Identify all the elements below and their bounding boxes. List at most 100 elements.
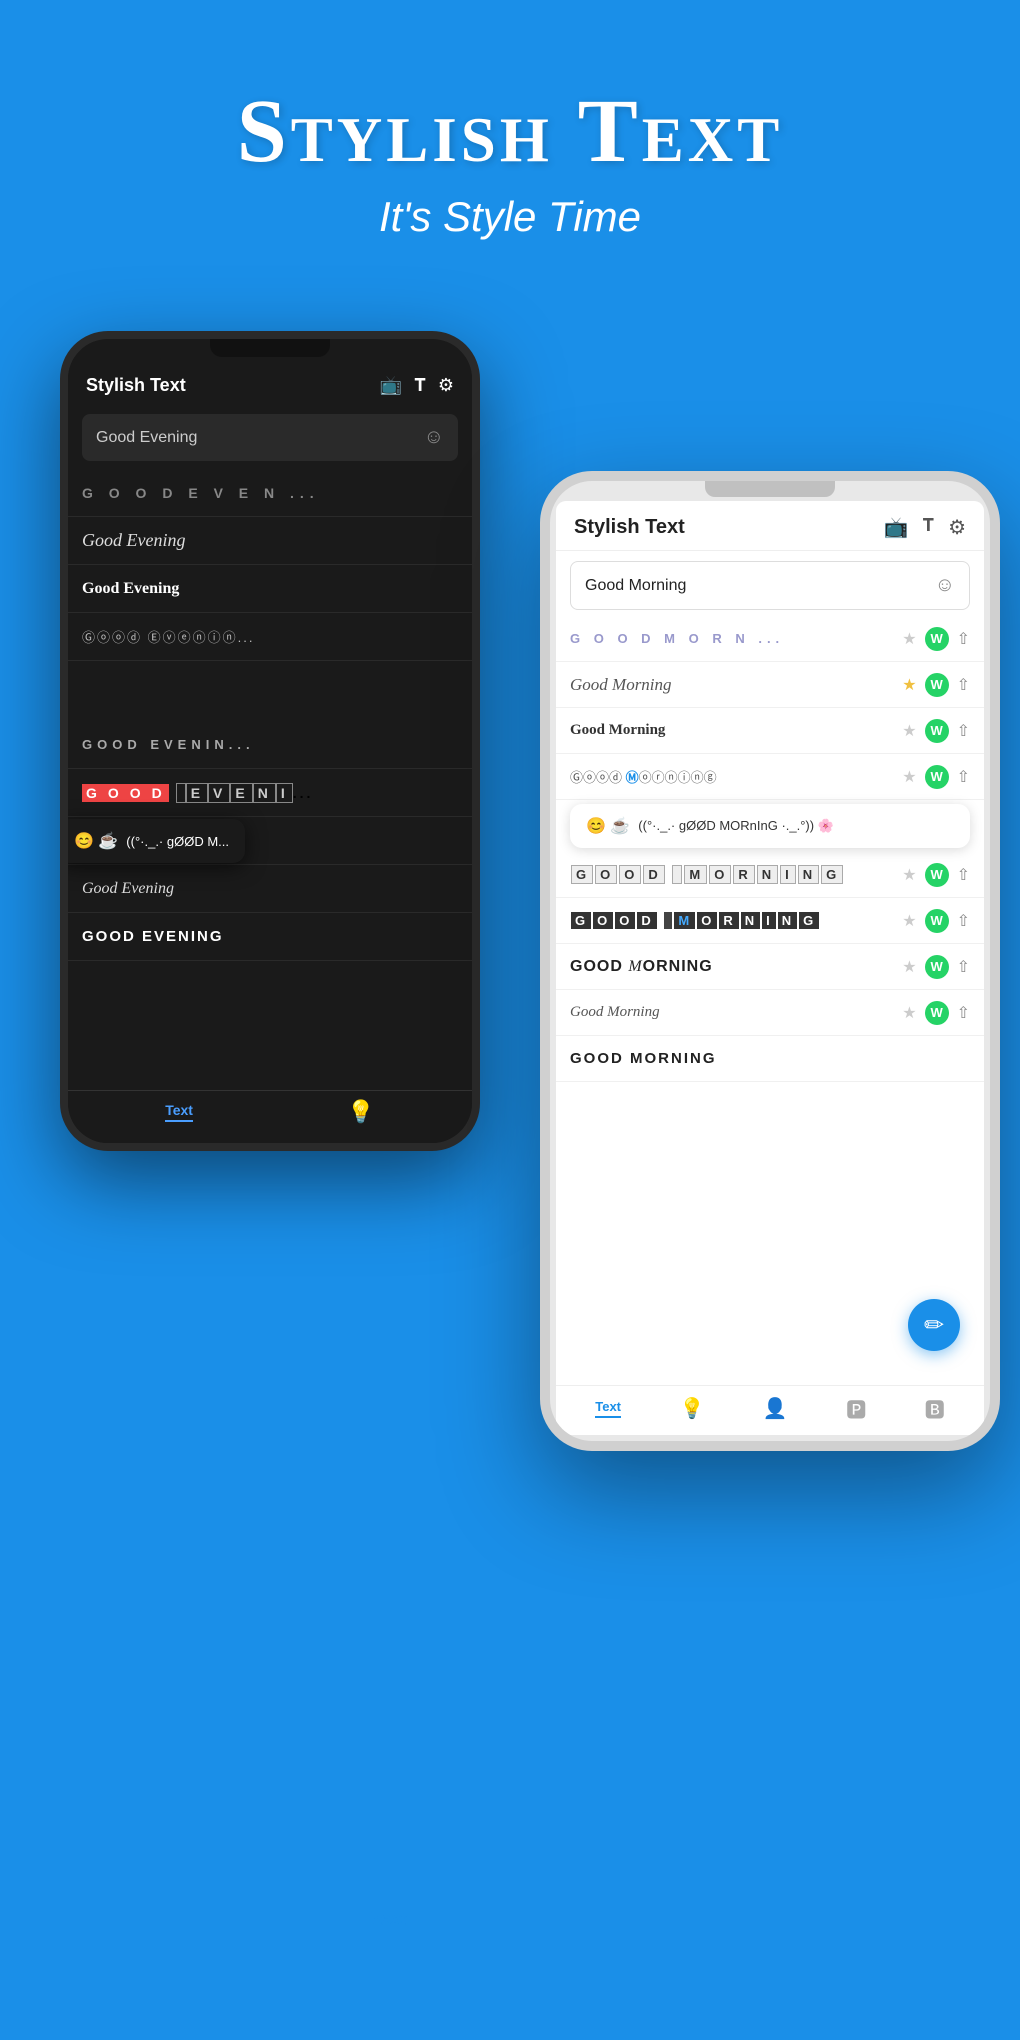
light-row-icons-1: ★ W ⇧ bbox=[902, 627, 970, 651]
light-tab-4[interactable]: 🅿 bbox=[846, 1394, 866, 1423]
dark-input-area[interactable]: Good Evening ☺ bbox=[82, 414, 458, 461]
light-row-3[interactable]: Good Morning ★ W ⇧ bbox=[556, 708, 984, 754]
whatsapp-icon-3[interactable]: W bbox=[925, 719, 949, 743]
bottom-text-label: Text bbox=[370, 1909, 406, 1930]
star-icon-3[interactable]: ★ bbox=[902, 721, 916, 741]
dark-popup-text: ((°·._.· gØØD M... bbox=[126, 834, 229, 849]
tv-icon[interactable]: 📺 bbox=[380, 375, 402, 396]
light-tab-2[interactable]: 💡 bbox=[679, 1396, 704, 1421]
light-tab-3[interactable]: 👤 bbox=[763, 1396, 788, 1421]
share-icon-7[interactable]: ⇧ bbox=[957, 911, 970, 931]
light-text-large: GOOD MORNING bbox=[570, 958, 902, 976]
dark-emoji-button[interactable]: ☺ bbox=[424, 426, 444, 449]
light-tab-icon-3[interactable]: 👤 bbox=[763, 1396, 788, 1421]
dark-row-3[interactable]: Good Evening bbox=[68, 565, 472, 613]
emoji-popup-dark-emojis: 😊 ☕ bbox=[74, 831, 118, 851]
light-row-1[interactable]: G O O D M O R N ... ★ W ⇧ bbox=[556, 616, 984, 662]
dark-phone: Stylish Text 📺 𝐓 ⚙ Good Evening ☺ G O O … bbox=[60, 331, 480, 1151]
phones-container: Stylish Text 📺 𝐓 ⚙ Good Evening ☺ G O O … bbox=[0, 271, 1020, 1911]
dark-text-caps: GOOD EVENING bbox=[82, 928, 224, 945]
edit-icon: ✏ bbox=[924, 1311, 944, 1340]
whatsapp-icon-8[interactable]: W bbox=[925, 955, 949, 979]
dark-row-1[interactable]: G O O D E V E N ... bbox=[68, 469, 472, 517]
light-emoji-popup: 😊 ☕ ((°·._.· gØØD MORnInG ·._.°)) 🌸 bbox=[570, 804, 970, 848]
dark-text-spaced-2: GOOD EVENIN... bbox=[82, 737, 255, 752]
light-tab-icon-4[interactable]: 🅿 bbox=[846, 1394, 866, 1423]
star-icon-1[interactable]: ★ bbox=[902, 629, 916, 649]
light-row-icons-2: ★ W ⇧ bbox=[902, 673, 970, 697]
dark-text-spaced: G O O D E V E N ... bbox=[82, 485, 320, 501]
share-icon-4[interactable]: ⇧ bbox=[957, 767, 970, 787]
app-sub-title: It's Style Time bbox=[0, 193, 1020, 241]
dark-row-4[interactable]: Ⓖⓞⓞⓓ Ⓔⓥⓔⓝⓘⓝ... bbox=[68, 613, 472, 661]
dark-text-bold: Good Evening bbox=[82, 580, 179, 598]
light-phone: Stylish Text 📺 𝐓 ⚙ Good Morning ☺ G O O … bbox=[540, 471, 1000, 1451]
light-text-caps: GOOD MORNING bbox=[570, 1050, 970, 1067]
whatsapp-icon-6[interactable]: W bbox=[925, 863, 949, 887]
light-tab-5[interactable]: 🅱 bbox=[925, 1394, 945, 1423]
share-icon-3[interactable]: ⇧ bbox=[957, 721, 970, 741]
light-tab-text-item[interactable]: Text bbox=[595, 1399, 621, 1418]
settings-icon[interactable]: ⚙ bbox=[438, 375, 454, 396]
light-bottom-bar: Text 💡 👤 🅿 🅱 bbox=[556, 1385, 984, 1431]
star-icon-9[interactable]: ★ bbox=[902, 1003, 916, 1023]
star-icon-2[interactable]: ★ bbox=[902, 675, 916, 695]
light-text-elegant: Good Morning bbox=[570, 1004, 902, 1021]
share-icon-9[interactable]: ⇧ bbox=[957, 1003, 970, 1023]
light-tv-icon[interactable]: 📺 bbox=[884, 515, 909, 540]
light-phone-title: Stylish Text bbox=[574, 516, 685, 539]
light-input-area[interactable]: Good Morning ☺ bbox=[570, 561, 970, 610]
dark-row-9[interactable]: Good Evening bbox=[68, 865, 472, 913]
dark-emoji-popup: 😊 ☕ ((°·._.· gØØD M... bbox=[60, 819, 245, 863]
star-icon-8[interactable]: ★ bbox=[902, 957, 916, 977]
light-text-cursive: Good Morning bbox=[570, 675, 902, 695]
share-icon-1[interactable]: ⇧ bbox=[957, 629, 970, 649]
dark-header-icons: 📺 𝐓 ⚙ bbox=[380, 375, 454, 396]
share-icon-2[interactable]: ⇧ bbox=[957, 675, 970, 695]
font-icon[interactable]: 𝐓 bbox=[414, 375, 426, 396]
light-row-10[interactable]: GOOD MORNING bbox=[556, 1036, 984, 1082]
star-icon-7[interactable]: ★ bbox=[902, 911, 916, 931]
light-phone-header: Stylish Text 📺 𝐓 ⚙ bbox=[556, 501, 984, 551]
dark-row-10[interactable]: GOOD EVENING bbox=[68, 913, 472, 961]
whatsapp-icon-9[interactable]: W bbox=[925, 1001, 949, 1025]
dark-text-elegant: Good Evening bbox=[82, 880, 174, 898]
fab-edit-button[interactable]: ✏ bbox=[908, 1299, 960, 1351]
whatsapp-icon-7[interactable]: W bbox=[925, 909, 949, 933]
dark-row-2[interactable]: Good Evening bbox=[68, 517, 472, 565]
dark-tab-icon[interactable]: 💡 bbox=[347, 1099, 374, 1125]
light-popup-emojis: 😊 ☕ bbox=[586, 816, 630, 836]
dark-row-6[interactable]: GOOD EVENIN... bbox=[68, 721, 472, 769]
whatsapp-icon-4[interactable]: W bbox=[925, 765, 949, 789]
light-row-8[interactable]: GOOD MORNING ★ W ⇧ bbox=[556, 944, 984, 990]
light-popup-text: ((°·._.· gØØD MORnInG ·._.°)) 🌸 bbox=[638, 818, 834, 834]
light-row-7[interactable]: GOOD MORNING ★ W ⇧ bbox=[556, 898, 984, 944]
light-phone-screen: Stylish Text 📺 𝐓 ⚙ Good Morning ☺ G O O … bbox=[556, 501, 984, 1435]
star-icon-4[interactable]: ★ bbox=[902, 767, 916, 787]
light-text-bold: Good Morning bbox=[570, 722, 902, 739]
share-icon-6[interactable]: ⇧ bbox=[957, 865, 970, 885]
light-row-6[interactable]: GOOD MORNING ★ W ⇧ bbox=[556, 852, 984, 898]
light-font-icon[interactable]: 𝐓 bbox=[922, 515, 934, 540]
dark-phone-title: Stylish Text bbox=[86, 375, 186, 396]
light-row-4[interactable]: Ⓖⓞⓞⓓ Ⓜⓞⓡⓝⓘⓝⓖ ★ W ⇧ bbox=[556, 754, 984, 800]
dark-text-boxed: GOOD EVENI... bbox=[82, 785, 313, 801]
light-input-text: Good Morning bbox=[585, 577, 686, 595]
light-tab-icon-2[interactable]: 💡 bbox=[679, 1396, 704, 1421]
dark-row-7[interactable]: GOOD EVENI... bbox=[68, 769, 472, 817]
dark-tab-text[interactable]: Text bbox=[165, 1102, 193, 1122]
light-text-boxed-dark: GOOD MORNING bbox=[570, 913, 902, 928]
light-row-9[interactable]: Good Morning ★ W ⇧ bbox=[556, 990, 984, 1036]
light-emoji-button[interactable]: ☺ bbox=[935, 574, 955, 597]
star-icon-6[interactable]: ★ bbox=[902, 865, 916, 885]
light-row-2[interactable]: Good Morning ★ W ⇧ bbox=[556, 662, 984, 708]
share-icon-8[interactable]: ⇧ bbox=[957, 957, 970, 977]
whatsapp-icon-2[interactable]: W bbox=[925, 673, 949, 697]
app-main-title: Stylish Text bbox=[0, 80, 1020, 183]
light-settings-icon[interactable]: ⚙ bbox=[948, 515, 966, 540]
light-tab-text[interactable]: Text bbox=[595, 1399, 621, 1418]
light-text-spaced: G O O D M O R N ... bbox=[570, 631, 902, 646]
light-tab-icon-5[interactable]: 🅱 bbox=[925, 1394, 945, 1423]
whatsapp-icon-1[interactable]: W bbox=[925, 627, 949, 651]
dark-text-circle: Ⓖⓞⓞⓓ Ⓔⓥⓔⓝⓘⓝ... bbox=[82, 627, 254, 646]
